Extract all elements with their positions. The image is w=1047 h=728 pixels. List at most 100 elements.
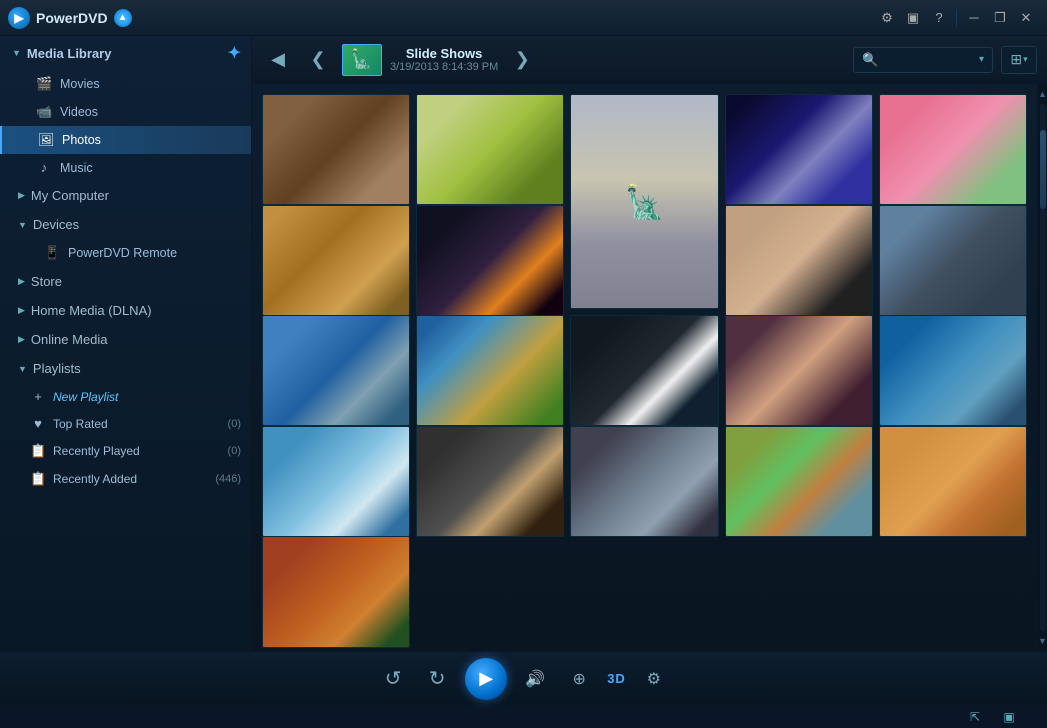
home-media-arrow: ▶ [18,305,25,316]
photo-item-lightning[interactable] [725,94,873,205]
photo-item-snowmountain[interactable] [262,426,410,537]
recently-added-count: (446) [215,473,241,485]
media-library-spin-icon: ✦ [228,43,241,63]
photo-item-mountains[interactable] [262,315,410,426]
sidebar-item-top-rated[interactable]: ♥ Top Rated (0) [0,410,251,437]
play-button[interactable]: ▶ [465,658,507,700]
top-rated-label: Top Rated [53,417,228,431]
playlists-label: Playlists [33,361,81,376]
search-icon: 🔍 [862,52,878,68]
media-library-arrow: ▼ [12,48,21,58]
photo-item-desert[interactable] [879,426,1027,537]
slideshow-title: Slide Shows [390,46,498,61]
bottombar: ↺ ↻ ▶ 🔊 ⊕ 3D ⚙ ⇱ ▣ [0,651,1047,705]
content-area: ◀ ❮ 🗽 Slide Shows 3/19/2013 8:14:39 PM ❯… [252,36,1047,651]
powerdvd-remote-label: PowerDVD Remote [68,246,177,260]
photo-grid: 🗽 [252,84,1037,651]
sidebar-home-media[interactable]: ▶ Home Media (DLNA) [0,296,251,325]
top-rated-count: (0) [228,418,241,430]
photo-item-man[interactable] [416,426,564,537]
sidebar-item-movies[interactable]: 🎬 Movies [0,70,251,98]
sidebar-item-videos[interactable]: 📹 Videos [0,98,251,126]
volume-button[interactable]: 🔊 [519,663,551,695]
restore-btn[interactable]: ❐ [987,7,1013,29]
photo-item-woman[interactable] [725,205,873,316]
playlists-arrow: ▼ [18,364,27,374]
remote-icon: 📱 [44,245,60,261]
sidebar-item-recently-added[interactable]: 📋 Recently Added (446) [0,465,251,493]
movies-icon: 🎬 [36,76,52,92]
bottom-settings-button[interactable]: ⚙ [638,663,670,695]
display-btn[interactable]: ▣ [900,7,926,29]
view-chevron-icon: ▾ [1023,54,1028,65]
scroll-thumb[interactable] [1040,130,1046,209]
photo-item-lion[interactable] [262,205,410,316]
slideshow-thumbnail: 🗽 [342,44,382,76]
close-btn[interactable]: ✕ [1013,7,1039,29]
my-computer-label: My Computer [31,188,109,203]
titlebar: ▶ PowerDVD ▲ ⚙ ▣ ? ─ ❐ ✕ [0,0,1047,36]
recently-added-icon: 📋 [30,471,46,487]
sidebar-playlists[interactable]: ▼ Playlists [0,354,251,383]
new-playlist-label: New Playlist [53,390,241,404]
search-input[interactable] [882,53,977,67]
devices-arrow: ▼ [18,220,27,230]
sidebar-devices[interactable]: ▼ Devices [0,210,251,239]
scrollbar[interactable]: ▲ ▼ [1037,84,1047,651]
sidebar-item-music[interactable]: ♪ Music [0,154,251,181]
photo-item-snail[interactable] [262,94,410,205]
search-chevron-icon[interactable]: ▾ [979,54,984,65]
back-button[interactable]: ◀ [262,44,294,76]
prev-button[interactable]: ❮ [302,44,334,76]
devices-label: Devices [33,217,79,232]
help-btn[interactable]: ? [926,7,952,29]
expand-button[interactable]: ⇱ [961,706,989,728]
photo-item-field[interactable] [416,315,564,426]
app-logo: ▶ [8,7,30,29]
zoom-button[interactable]: ⊕ [563,663,595,695]
next-button[interactable]: ❯ [506,44,538,76]
photo-item-city[interactable] [570,426,718,537]
search-bar: 🔍 ▾ [853,47,993,73]
minimize-btn[interactable]: ─ [961,7,987,29]
photo-item-autumn[interactable] [262,536,410,647]
slideshow-info: 🗽 Slide Shows 3/19/2013 8:14:39 PM [342,44,498,76]
photo-item-goose[interactable] [570,315,718,426]
home-media-label: Home Media (DLNA) [31,303,152,318]
movies-label: Movies [60,77,100,91]
rewind-button[interactable]: ↺ [377,663,409,695]
mini-player-button[interactable]: ▣ [995,706,1023,728]
upgrade-icon[interactable]: ▲ [114,9,132,27]
sidebar-item-recently-played[interactable]: 📋 Recently Played (0) [0,437,251,465]
sidebar-section-media-library[interactable]: ▼ Media Library ✦ [0,36,251,70]
photo-item-flower[interactable] [879,94,1027,205]
scroll-down-arrow[interactable]: ▼ [1038,633,1047,649]
scroll-track[interactable] [1040,104,1046,631]
3d-label[interactable]: 3D [607,671,626,686]
sidebar-item-powerdvd-remote[interactable]: 📱 PowerDVD Remote [0,239,251,267]
grid-view-icon: ⊞ [1010,51,1022,68]
sidebar-my-computer[interactable]: ▶ My Computer [0,181,251,210]
photo-item-bridge[interactable] [416,205,564,316]
sidebar-item-new-playlist[interactable]: + New Playlist [0,383,251,410]
photo-item-bike[interactable] [416,94,564,205]
slideshow-text: Slide Shows 3/19/2013 8:14:39 PM [390,46,498,73]
photo-item-couple[interactable] [725,315,873,426]
settings-titlebar-btn[interactable]: ⚙ [874,7,900,29]
forward-button[interactable]: ↻ [421,663,453,695]
store-arrow: ▶ [18,276,25,287]
sidebar-item-photos[interactable]: 🖼 Photos [0,126,251,154]
view-toggle-button[interactable]: ⊞ ▾ [1001,46,1037,74]
main-layout: ▼ Media Library ✦ 🎬 Movies 📹 Videos 🖼 Ph… [0,36,1047,651]
sidebar-store[interactable]: ▶ Store [0,267,251,296]
photo-item-forest[interactable] [879,205,1027,316]
scroll-up-arrow[interactable]: ▲ [1038,86,1047,102]
photo-item-car[interactable] [725,426,873,537]
recently-played-icon: 📋 [30,443,46,459]
online-media-arrow: ▶ [18,334,25,345]
grid-area: 🗽 [252,84,1047,651]
recently-added-label: Recently Added [53,472,215,486]
photo-item-lake[interactable] [879,315,1027,426]
photo-item-statue[interactable]: 🗽 [570,94,718,309]
sidebar-online-media[interactable]: ▶ Online Media [0,325,251,354]
